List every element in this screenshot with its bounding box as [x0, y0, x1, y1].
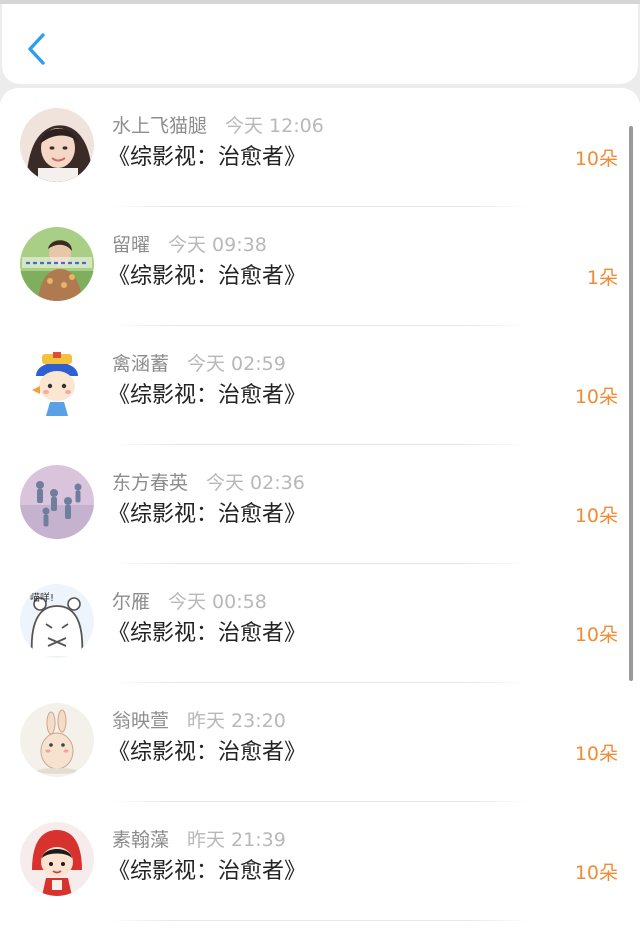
back-button[interactable]	[16, 26, 56, 72]
list-item[interactable]: 东方春英 今天 02:36 《综影视：治愈者》 10朵	[0, 445, 640, 564]
cartoon-bear-avatar[interactable]: 喵咩!	[20, 584, 94, 658]
flower-count: 10朵	[574, 743, 618, 765]
timestamp: 昨天 21:39	[187, 829, 286, 851]
scrollbar[interactable]	[629, 126, 633, 681]
flower-count: 10朵	[574, 624, 618, 646]
cartoon-rabbit-avatar[interactable]	[20, 703, 94, 777]
avatar-caption: 喵咩!	[30, 591, 54, 604]
timestamp: 今天 12:06	[225, 115, 324, 137]
timestamp: 今天 09:38	[168, 234, 267, 256]
flower-count: 1朵	[586, 267, 618, 289]
book-title: 《综影视：治愈者》	[108, 145, 307, 170]
photo-group-avatar[interactable]	[20, 465, 94, 539]
flower-count: 10朵	[574, 862, 618, 884]
user-name: 东方春英	[112, 472, 189, 494]
list-item[interactable]: 翁映萱 昨天 23:20 《综影视：治愈者》 10朵	[0, 683, 640, 802]
list-item[interactable]: 水上飞猫腿 今天 12:06 《综影视：治愈者》 10朵	[0, 88, 640, 207]
user-name: 水上飞猫腿	[112, 115, 208, 137]
book-title: 《综影视：治愈者》	[108, 621, 307, 646]
book-title: 《综影视：治愈者》	[108, 264, 307, 289]
user-name: 素翰藻	[112, 829, 170, 851]
user-name: 留曜	[112, 234, 151, 256]
flower-count: 10朵	[574, 386, 618, 408]
list-item[interactable]: 喵咩! 尔雁 今天 00:58 《综影视：治愈者》 10朵	[0, 564, 640, 683]
user-name: 禽涵蓄	[112, 353, 170, 375]
timestamp: 今天 02:36	[206, 472, 305, 494]
photo-woman-avatar[interactable]	[20, 108, 94, 182]
chevron-left-icon	[28, 33, 45, 65]
cartoon-character-avatar[interactable]	[20, 346, 94, 420]
gift-list: 水上飞猫腿今天 12:06 《综影视：治愈者》 10朵 留曜今天 09:38	[0, 88, 640, 948]
timestamp: 今天 02:59	[187, 353, 286, 375]
list-item[interactable]: 留曜 今天 09:38 《综影视：治愈者》 1朵	[0, 207, 640, 326]
book-title: 《综影视：治愈者》	[108, 859, 307, 884]
navigation-bar	[2, 4, 638, 84]
book-title: 《综影视：治愈者》	[108, 502, 307, 527]
user-name: 翁映萱	[112, 710, 170, 732]
cartoon-girl-avatar[interactable]	[20, 822, 94, 896]
timestamp: 昨天 23:20	[187, 710, 286, 732]
list-item[interactable]: 禽涵蓄 今天 02:59 《综影视：治愈者》 10朵	[0, 326, 640, 445]
list-item[interactable]: 素翰藻 昨天 21:39 《综影视：治愈者》 10朵	[0, 802, 640, 921]
divider	[110, 920, 530, 921]
book-title: 《综影视：治愈者》	[108, 740, 307, 765]
book-title: 《综影视：治愈者》	[108, 383, 307, 408]
flower-count: 10朵	[574, 505, 618, 527]
timestamp: 今天 00:58	[168, 591, 267, 613]
photo-man-avatar[interactable]	[20, 227, 94, 301]
user-name: 尔雁	[112, 591, 151, 613]
flower-count: 10朵	[574, 148, 618, 170]
